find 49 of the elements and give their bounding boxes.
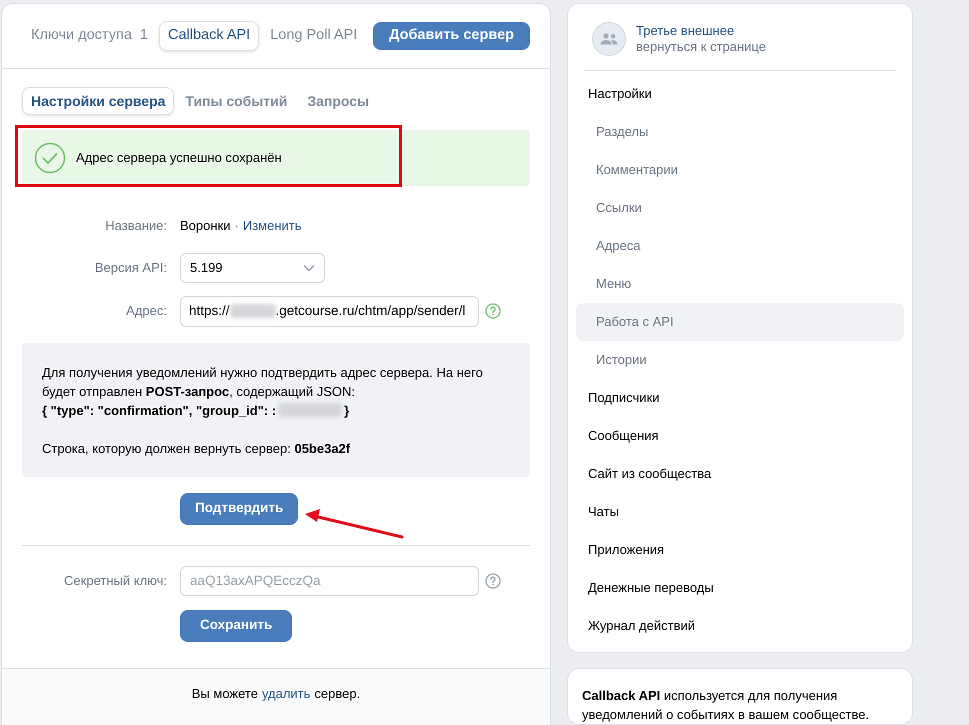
sidebar-item[interactable]: Ссылки: [576, 189, 904, 227]
json-text: { "type": "confirmation", "group_id": :: [42, 402, 276, 420]
footer-text: Вы можете: [192, 684, 258, 702]
change-link[interactable]: Изменить: [242, 216, 302, 236]
redaction-blur: [278, 403, 342, 417]
separator: ·: [234, 217, 239, 235]
sidebar-item[interactable]: Комментарии: [576, 151, 904, 189]
sidebar-item[interactable]: Меню: [576, 265, 904, 303]
redaction-blur: [230, 304, 276, 318]
sidebar-item[interactable]: Работа с API: [576, 303, 904, 341]
sidebar-item[interactable]: Сообщения: [576, 417, 904, 455]
confirm-button[interactable]: Подтвердить: [180, 492, 298, 524]
answer-text: Строка, которую должен вернуть сервер: 05be3a2f: [42, 440, 352, 458]
sidebar-item[interactable]: Журнал действий: [576, 607, 904, 645]
help-icon[interactable]: [485, 303, 501, 319]
check-circle-icon: [34, 142, 66, 174]
field-label: Адрес:: [126, 302, 167, 320]
tab[interactable]: Callback API: [158, 21, 260, 51]
add-server-button[interactable]: Добавить сервер: [373, 22, 530, 50]
address-field[interactable]: https:// .getcourse.ru/chtm/app/sender/l: [180, 296, 479, 326]
sidebar-item[interactable]: Истории: [576, 341, 904, 379]
tab[interactable]: Настройки сервера: [22, 87, 174, 115]
chevron-down-icon: [303, 264, 315, 272]
group-avatar[interactable]: [592, 22, 626, 56]
field-label: Версия API:: [94, 258, 167, 277]
help-icon[interactable]: [485, 572, 501, 588]
delete-link[interactable]: удалить: [262, 684, 310, 703]
name-value: Воронки: [180, 217, 230, 235]
sidebar-item[interactable]: Разделы: [576, 113, 904, 151]
people-icon: [600, 33, 618, 45]
field-label: Секретный ключ:: [64, 572, 167, 590]
about-text: Callback API используется для получения уведомлений о событиях в вашем сообществе.: [582, 687, 870, 724]
version-select[interactable]: 5.199: [180, 252, 325, 282]
sidebar-item[interactable]: Денежные переводы: [576, 569, 904, 607]
secret-key-field[interactable]: aaQ13axAPQEcczQa: [180, 566, 479, 596]
success-message: Адрес сервера успешно сохранён: [76, 149, 282, 168]
json-text: }: [344, 402, 350, 420]
field-label: Название:: [105, 217, 167, 235]
sidebar-item[interactable]: Подписчики: [576, 379, 904, 417]
sidebar-item[interactable]: Адреса: [576, 227, 904, 265]
group-title[interactable]: Третье внешнее: [636, 23, 766, 39]
footer-text: сервер.: [314, 684, 360, 703]
save-button[interactable]: Сохранить: [180, 610, 292, 642]
sidebar-item[interactable]: Чаты: [576, 493, 904, 531]
info-text: Для получения уведомлений нужно подтвердить адрес сервера. На него будет отправлен POST-запрос, содержащий JSON:: [42, 364, 484, 400]
sidebar-item[interactable]: Настройки: [576, 75, 904, 113]
back-link[interactable]: вернуться к странице: [636, 39, 766, 55]
sidebar-item[interactable]: Приложения: [576, 531, 904, 569]
sidebar-item[interactable]: Сайт из сообщества: [576, 455, 904, 493]
